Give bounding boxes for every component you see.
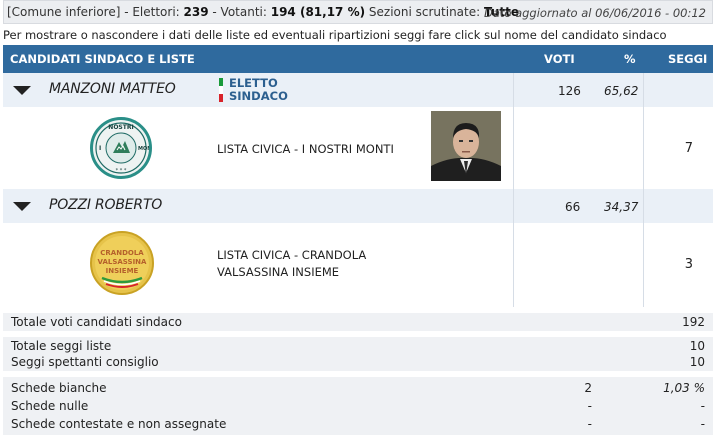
list-name: LISTA CIVICA - I NOSTRI MONTI [217,142,394,156]
candidate-row-pozzi[interactable]: POZZI ROBERTO 66 34,37 [3,189,713,223]
list-seats: 7 [684,141,693,156]
candidate-photo [431,111,501,181]
col-candidati: CANDIDATI SINDACO E LISTE [10,52,195,66]
elected-badge: ELETTO SINDACO [217,76,291,104]
list-name: LISTA CIVICA - CRANDOLA VALSASSINA INSIEM… [217,248,367,279]
svg-text:NOSTRI: NOSTRI [108,124,133,131]
svg-text:I: I [99,145,101,152]
area-label: [Comune inferiore] [7,5,121,19]
candidate-pct: 65,62 [604,84,639,98]
candidate-name[interactable]: MANZONI MATTEO [49,81,176,97]
svg-text:* * *: * * * [116,168,127,174]
svg-text:MONTI: MONTI [138,146,149,152]
elettori-count: 239 [183,5,209,19]
instruction-text: Per mostrare o nascondere i dati delle l… [3,28,667,42]
logo-text-2: VALSASSINA [98,258,148,266]
col-seggi: SEGGI [668,52,708,66]
election-info-bar: [Comune inferiore] - Elettori: 239 - Vot… [3,0,713,24]
election-summary: [Comune inferiore] - Elettori: 239 - Vot… [7,5,519,19]
candidate-votes: 66 [565,200,581,214]
candidate-name[interactable]: POZZI ROBERTO [49,197,162,213]
summary-schede: Schede bianche 2 1,03 % Schede nulle - -… [3,377,713,435]
last-updated: Dato aggiornato al 06/06/2016 - 00:12 [483,6,706,20]
list-logo: CRANDOLA VALSASSINA INSIEME [90,231,154,295]
col-voti: VOTI [544,52,575,66]
list-row-crandola: CRANDOLA VALSASSINA INSIEME LISTA CIVICA… [3,223,713,307]
list-logo: NOSTRI * * * I MONTI [90,117,152,179]
votanti-count: 194 (81,17 %) [270,5,366,19]
candidate-pct: 34,37 [604,200,639,214]
logo-text-1: CRANDOLA [100,249,144,257]
summary-seggi: Totale seggi liste 10 Seggi spettanti co… [3,337,713,371]
results-table-header: CANDIDATI SINDACO E LISTE VOTI % SEGGI [3,45,713,73]
logo-text-3: INSIEME [106,267,139,275]
collapse-toggle-icon[interactable] [13,202,31,211]
collapse-toggle-icon[interactable] [13,86,31,95]
italian-flag-icon [219,78,223,102]
list-row-i-nostri-monti: NOSTRI * * * I MONTI LISTA CIVICA - I NO… [3,107,713,189]
candidate-votes: 126 [558,84,581,98]
col-pct: % [624,52,636,66]
candidate-row-manzoni[interactable]: MANZONI MATTEO ELETTO SINDACO 126 65,62 [3,73,713,107]
summary-totale-voti: Totale voti candidati sindaco 192 [3,313,713,331]
list-seats: 3 [684,257,693,272]
